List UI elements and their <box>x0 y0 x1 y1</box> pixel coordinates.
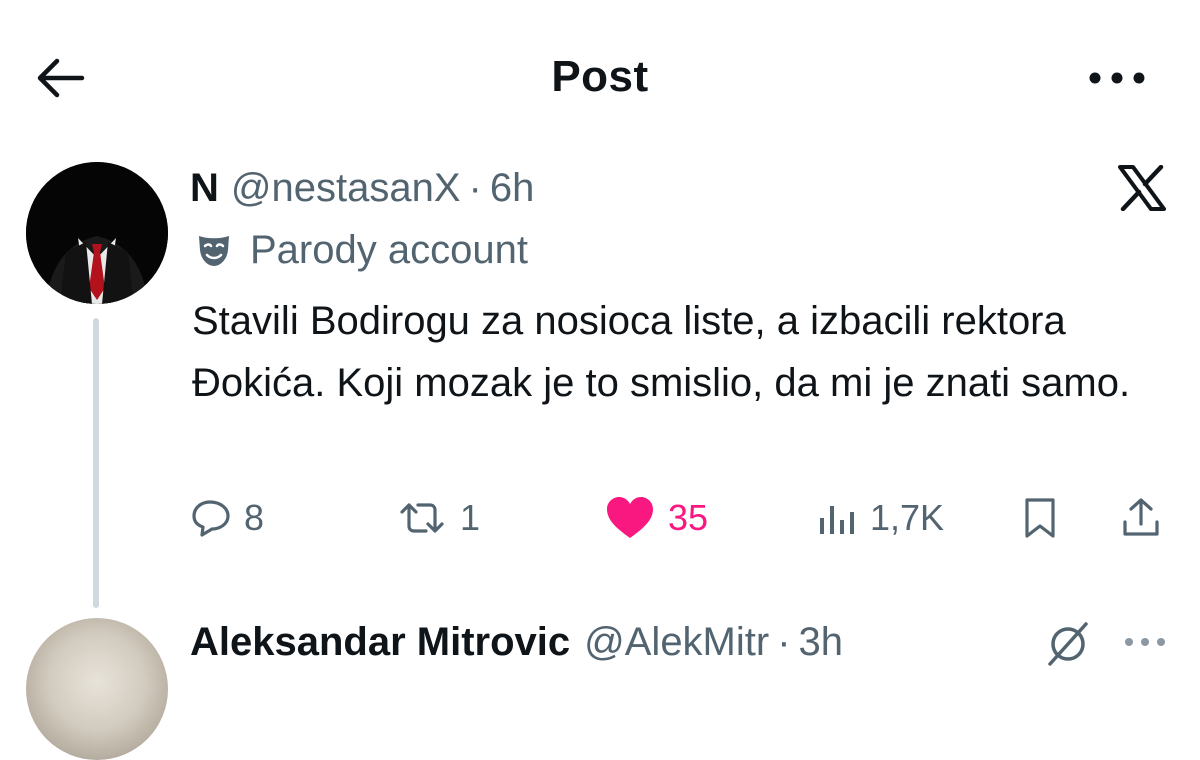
action-bar: 8 1 35 1,7K <box>190 490 1170 546</box>
share-button[interactable] <box>1120 490 1162 546</box>
grok-button[interactable] <box>1040 616 1096 672</box>
like-count: 35 <box>668 497 709 538</box>
parody-label-text: Parody account <box>250 227 528 272</box>
repost-count: 1 <box>460 497 481 538</box>
post-header: N @nestasanX · 6h <box>190 160 534 216</box>
parody-label: Parody account <box>194 222 528 278</box>
reply-icon <box>192 500 230 537</box>
heart-filled-icon <box>607 497 653 538</box>
reply-button[interactable]: 8 <box>190 490 264 546</box>
top-bar: Post <box>0 0 1200 150</box>
analytics-icon <box>820 506 854 534</box>
theater-mask-icon <box>194 230 234 270</box>
reply-display-name[interactable]: Aleksandar Mitrovic <box>190 620 570 665</box>
reply-user-handle[interactable]: @AlekMitr <box>584 620 769 665</box>
x-logo-icon <box>1118 165 1166 211</box>
avatar[interactable] <box>26 162 168 304</box>
view-count: 1,7K <box>870 497 945 538</box>
like-button[interactable]: 35 <box>604 490 708 546</box>
user-handle[interactable]: @nestasanX <box>231 166 461 211</box>
separator-dot: · <box>468 165 482 210</box>
reply-separator-dot: · <box>777 619 791 664</box>
more-horizontal-icon <box>1089 72 1145 84</box>
reply-count: 8 <box>244 497 265 538</box>
reply-time[interactable]: 3h <box>799 620 844 665</box>
bookmark-button[interactable] <box>1020 490 1060 546</box>
repost-icon <box>400 503 444 533</box>
reply-header: Aleksandar Mitrovic @AlekMitr · 3h <box>190 612 843 672</box>
share-icon <box>1123 498 1159 536</box>
grok-icon <box>1048 622 1088 666</box>
post-text: Stavili Bodirogu za nosioca liste, a izb… <box>192 299 1131 405</box>
more-options-button[interactable] <box>1082 56 1152 100</box>
page-title: Post <box>551 52 649 101</box>
views-button[interactable]: 1,7K <box>816 490 944 546</box>
reply-avatar[interactable] <box>26 618 168 760</box>
repost-button[interactable]: 1 <box>396 490 480 546</box>
x-logo-button[interactable] <box>1112 160 1172 216</box>
bookmark-icon <box>1025 498 1055 538</box>
avatar-image <box>26 162 168 304</box>
reply-more-button[interactable] <box>1120 620 1170 664</box>
post-time[interactable]: 6h <box>490 166 535 211</box>
display-name[interactable]: N <box>190 166 219 211</box>
thread-line <box>93 318 99 608</box>
more-horizontal-icon <box>1125 638 1165 646</box>
